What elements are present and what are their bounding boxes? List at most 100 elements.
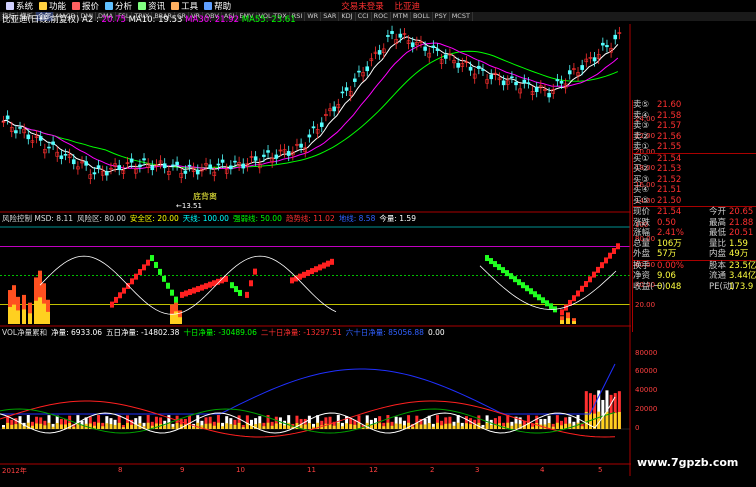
indicator-value: 强弱线: 50.00	[232, 214, 282, 223]
quote-label: 最低	[709, 228, 727, 238]
quote-label: 卖③	[633, 121, 650, 131]
indicator-value: 趋势线: 11.02	[285, 214, 335, 223]
quote-label: 买①	[633, 153, 650, 164]
quote-value: 21.88	[729, 217, 754, 228]
indicator-value: 风险控制 MSD: 8.11	[2, 214, 74, 223]
tab-18[interactable]: KDJ	[339, 12, 356, 21]
quote-label: 总量	[633, 238, 651, 249]
quote-label: 最高	[709, 217, 727, 228]
tab-24[interactable]: MCST	[450, 12, 473, 21]
quote-label: 今开	[709, 207, 727, 217]
quote-row: 卖② 21.56	[633, 132, 756, 143]
quote-panel: 卖⑤ 21.60 卖④ 21.58 卖③ 21.57 卖② 21.56 卖① 21.55 买① 21.…	[632, 100, 756, 332]
indicator-value: 地线: 8.58	[338, 214, 376, 223]
quote-value: 23.5亿	[729, 260, 756, 271]
quote-value: 3.44亿	[729, 271, 756, 281]
function-icon	[39, 2, 48, 10]
indicator-value: 二十日净量: -13297.51	[260, 328, 342, 337]
quote-row: 买③ 21.52	[633, 175, 756, 186]
quote-label: 换手	[633, 260, 651, 271]
menu-quote[interactable]: 报价	[72, 0, 99, 12]
watermark: www.7gpzb.com	[637, 456, 739, 469]
quote-value: 20.51	[729, 228, 754, 238]
quote-value: 21.53	[657, 164, 682, 174]
quote-value: 21.54	[657, 153, 682, 164]
indicator-value: 风险区: 80.00	[77, 214, 126, 223]
trade-login-status[interactable]: 交易未登录 比亚迪	[341, 0, 420, 12]
quote-value: 57万	[657, 249, 677, 259]
quote-value: 0.50	[657, 217, 676, 228]
menu-label: 系统	[16, 2, 34, 12]
system-icon	[6, 2, 14, 10]
menu-news[interactable]: 资讯	[138, 0, 165, 12]
quote-label: 卖⑤	[633, 100, 650, 110]
indicator-value: 今量: 1.59	[379, 214, 416, 223]
date-tick-label: 10	[236, 466, 245, 474]
date-tick-label: 9	[180, 466, 185, 474]
quote-row: 卖④ 21.58	[633, 111, 756, 122]
help-icon	[204, 2, 213, 10]
quote-value: 9.06	[657, 271, 676, 281]
date-tick-label: 5	[598, 466, 603, 474]
quote-row: 外盘 57万 内盘 49万	[633, 249, 756, 260]
tab-19[interactable]: CCI	[356, 12, 372, 21]
quote-label: 买②	[633, 164, 650, 174]
menu-analysis[interactable]: 分析	[105, 0, 132, 12]
menu-tools[interactable]: 工具	[171, 0, 198, 12]
axis-tick-label: 60000	[635, 367, 658, 375]
quote-icon	[72, 2, 81, 10]
menu-label: 分析	[115, 2, 133, 12]
quote-label: 股本	[709, 260, 727, 271]
menu-label: 资讯	[148, 2, 166, 12]
tab-20[interactable]: ROC	[372, 12, 391, 21]
menu-label: 工具	[181, 2, 199, 12]
quote-row: 买⑤ 21.50	[633, 196, 756, 207]
quote-label: 卖④	[633, 110, 650, 121]
tab-16[interactable]: WR	[305, 12, 322, 21]
quote-row: 涨幅 2.41% 最低 20.51	[633, 228, 756, 239]
quote-value: 1.59	[729, 238, 748, 249]
quote-label: 量比	[709, 238, 727, 249]
menu-help[interactable]: 帮助	[204, 0, 231, 12]
date-axis: 2012年 8 9 10 11 12 2 3 4 5	[0, 466, 631, 476]
divergence-annotation: 底背离	[193, 191, 217, 201]
price-chart: ←13.51底背离	[1, 25, 622, 210]
low-price-annotation: ←13.51	[176, 202, 202, 210]
quote-label: 流通	[709, 271, 727, 281]
date-tick-label: 2	[430, 466, 435, 474]
quote-label: 净资	[633, 271, 651, 281]
chart-area[interactable]: ←13.51底背离	[0, 24, 631, 476]
indicator-value: 天线: 100.00	[182, 214, 229, 223]
quote-value: 21.55	[657, 142, 682, 152]
axis-tick-label: 20000	[635, 405, 658, 413]
quote-label: 买③	[633, 174, 650, 185]
date-tick-label: 4	[540, 466, 545, 474]
menu-system[interactable]: 系统	[6, 0, 33, 12]
quote-value: 21.54	[657, 207, 682, 217]
quote-row: 收益(一) 0.048 PE(动) 173.9	[633, 282, 756, 293]
menu-function[interactable]: 功能	[39, 0, 66, 12]
quote-value: 2.41%	[657, 228, 685, 238]
quote-label: 买④	[633, 185, 650, 195]
quote-value: 21.60	[657, 100, 682, 110]
stock-name: 比亚迪	[394, 2, 420, 12]
tab-22[interactable]: BOLL	[411, 12, 433, 21]
quote-row: 卖③ 21.57	[633, 121, 756, 132]
quote-row: 卖① 21.55	[633, 142, 756, 153]
tab-17[interactable]: SAR	[321, 12, 340, 21]
indicator-value: 五日净量: -14802.38	[106, 328, 180, 337]
quote-value: 21.51	[657, 185, 682, 195]
quote-row: 净资 9.06 流通 3.44亿	[633, 271, 756, 282]
quote-value: 21.58	[657, 110, 682, 121]
menu-label: 帮助	[214, 2, 232, 12]
indicator-value: VOL净量累和	[2, 328, 48, 337]
quote-value: 0.00%	[657, 260, 685, 271]
axis-tick-label: 80000	[635, 349, 658, 357]
indicator-value: 六十日净量: 85056.88	[345, 328, 424, 337]
tab-23[interactable]: PSY	[433, 12, 450, 21]
quote-row: 现价 21.54 今开 20.65	[633, 207, 756, 218]
date-tick-label: 11	[307, 466, 316, 474]
tab-21[interactable]: MTM	[391, 12, 411, 21]
quote-value: 21.52	[657, 174, 682, 185]
indicator-value: 净量: 6933.06	[51, 328, 103, 337]
